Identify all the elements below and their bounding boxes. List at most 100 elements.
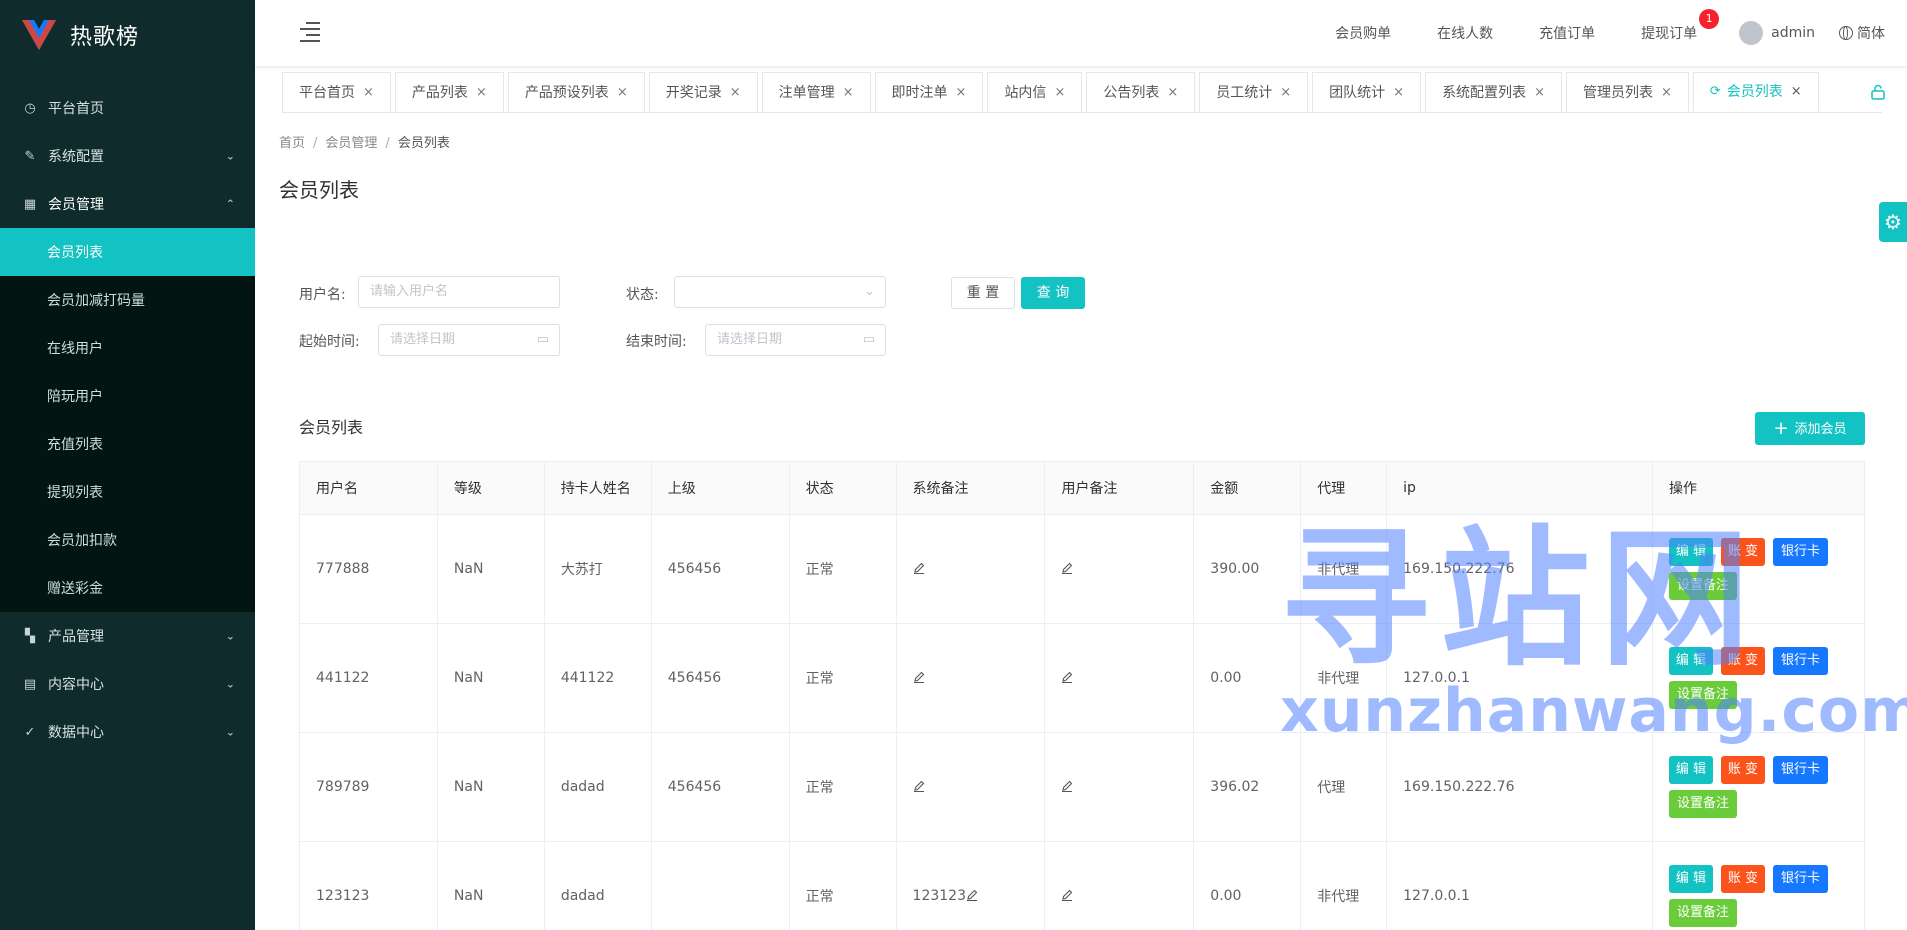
menu-toggle-icon[interactable] bbox=[300, 22, 320, 42]
lock-icon[interactable] bbox=[1871, 84, 1885, 100]
edit-button[interactable]: 编 辑 bbox=[1668, 538, 1713, 566]
avatar[interactable] bbox=[1739, 21, 1764, 45]
close-icon[interactable]: × bbox=[1534, 73, 1545, 113]
tab-product-preset[interactable]: 产品预设列表 × bbox=[507, 72, 645, 113]
close-icon[interactable]: × bbox=[730, 73, 741, 113]
query-button[interactable]: 查 询 bbox=[1021, 277, 1085, 309]
sidebar-item-companion-users[interactable]: 陪玩用户 bbox=[0, 372, 255, 420]
sidebar-item-recharge-list[interactable]: 充值列表 bbox=[0, 420, 255, 468]
close-icon[interactable]: × bbox=[1791, 72, 1802, 112]
account-change-button[interactable]: 账 变 bbox=[1720, 538, 1765, 566]
tab-label: 公告列表 bbox=[1103, 85, 1160, 101]
close-icon[interactable]: × bbox=[1167, 73, 1178, 113]
start-time-label: 起始时间: bbox=[299, 334, 360, 350]
tab-messages[interactable]: 站内信 × bbox=[987, 72, 1083, 113]
sidebar-item-withdraw-list[interactable]: 提现列表 bbox=[0, 468, 255, 516]
tab-bet-management[interactable]: 注单管理 × bbox=[761, 72, 871, 113]
end-date-placeholder: 请选择日期 bbox=[717, 332, 783, 347]
edit-pen-icon[interactable] bbox=[966, 889, 978, 901]
bank-card-button[interactable]: 银行卡 bbox=[1772, 647, 1828, 675]
edit-button[interactable]: 编 辑 bbox=[1668, 756, 1713, 784]
close-icon[interactable]: × bbox=[1393, 73, 1404, 113]
sidebar-item-dashboard[interactable]: ◷ 平台首页 bbox=[0, 84, 255, 132]
close-icon[interactable]: × bbox=[843, 73, 854, 113]
sidebar-item-member-list[interactable]: 会员列表 bbox=[0, 228, 255, 276]
table-header-row: 用户名 等级 持卡人姓名 上级 状态 系统备注 用户备注 金额 代理 ip 操作 bbox=[299, 461, 1866, 515]
link-member-orders[interactable]: 会员购单 bbox=[1335, 23, 1391, 43]
breadcrumb-home[interactable]: 首页 bbox=[279, 136, 305, 151]
bank-card-button[interactable]: 银行卡 bbox=[1772, 865, 1828, 893]
close-icon[interactable]: × bbox=[363, 73, 374, 113]
close-icon[interactable]: × bbox=[1054, 73, 1065, 113]
account-change-button[interactable]: 账 变 bbox=[1720, 647, 1765, 675]
tab-admin-list[interactable]: 管理员列表 × bbox=[1565, 72, 1689, 113]
breadcrumb-member-management[interactable]: 会员管理 bbox=[325, 136, 377, 151]
end-date-input[interactable]: 请选择日期 ▭ bbox=[705, 324, 886, 356]
language-switch[interactable]: 简体 bbox=[1839, 23, 1885, 43]
settings-gear-icon[interactable]: ⚙ bbox=[1879, 202, 1907, 242]
sidebar-item-data-center[interactable]: ✓ 数据中心 ⌄ bbox=[0, 708, 255, 756]
edit-pen-icon[interactable] bbox=[1061, 780, 1073, 792]
sidebar-item-content-center[interactable]: ▤ 内容中心 ⌄ bbox=[0, 660, 255, 708]
tab-system-config-list[interactable]: 系统配置列表 × bbox=[1425, 72, 1562, 113]
tab-platform-home[interactable]: 平台首页 × bbox=[282, 72, 391, 113]
edit-pen-icon[interactable] bbox=[1061, 671, 1073, 683]
edit-pen-icon[interactable] bbox=[1061, 562, 1073, 574]
col-holder: 持卡人姓名 bbox=[544, 461, 652, 515]
close-icon[interactable]: × bbox=[476, 73, 487, 113]
globe-icon bbox=[1839, 26, 1853, 40]
close-icon[interactable]: × bbox=[956, 73, 967, 113]
top-links: 会员购单 在线人数 充值订单 提现订单 1 admin 简体 bbox=[1335, 0, 1907, 66]
refresh-icon[interactable]: ⟳ bbox=[1710, 72, 1721, 112]
cell-parent bbox=[651, 841, 790, 930]
user-name[interactable]: admin bbox=[1771, 25, 1815, 41]
edit-pen-icon[interactable] bbox=[1061, 889, 1073, 901]
tab-member-list[interactable]: ⟳ 会员列表 × bbox=[1692, 72, 1819, 113]
tab-live-bets[interactable]: 即时注单 × bbox=[874, 72, 984, 113]
sidebar: 热歌榜 ◷ 平台首页 ✎ 系统配置 ⌄ ▦ 会员管理 ⌃ 会员列表 会员加减打码… bbox=[0, 0, 255, 930]
sidebar-item-member-management[interactable]: ▦ 会员管理 ⌃ bbox=[0, 180, 255, 228]
reset-button[interactable]: 重 置 bbox=[951, 277, 1015, 309]
tab-product-list[interactable]: 产品列表 × bbox=[394, 72, 504, 113]
cell-sys-note bbox=[896, 732, 1046, 842]
sidebar-item-member-bet-code[interactable]: 会员加减打码量 bbox=[0, 276, 255, 324]
set-note-button[interactable]: 设置备注 bbox=[1668, 899, 1737, 927]
tab-lottery-records[interactable]: 开奖记录 × bbox=[648, 72, 758, 113]
add-member-label: 添加会员 bbox=[1794, 422, 1847, 437]
link-withdraw-orders[interactable]: 提现订单 1 bbox=[1641, 9, 1720, 43]
account-change-button[interactable]: 账 变 bbox=[1720, 756, 1765, 784]
tab-staff-stats[interactable]: 员工统计 × bbox=[1199, 72, 1309, 113]
bank-card-button[interactable]: 银行卡 bbox=[1772, 756, 1828, 784]
cell-username: 441122 bbox=[299, 623, 438, 733]
close-icon[interactable]: × bbox=[617, 73, 628, 113]
set-note-button[interactable]: 设置备注 bbox=[1668, 681, 1737, 709]
bank-card-button[interactable]: 银行卡 bbox=[1772, 538, 1828, 566]
edit-button[interactable]: 编 辑 bbox=[1668, 865, 1713, 893]
close-icon[interactable]: × bbox=[1661, 73, 1672, 113]
username-input[interactable]: 请输入用户名 bbox=[358, 276, 560, 308]
sidebar-item-system-config[interactable]: ✎ 系统配置 ⌄ bbox=[0, 132, 255, 180]
set-note-button[interactable]: 设置备注 bbox=[1668, 572, 1737, 600]
edit-button[interactable]: 编 辑 bbox=[1668, 647, 1713, 675]
add-member-button[interactable]: + 添加会员 bbox=[1755, 412, 1865, 445]
logo[interactable]: 热歌榜 bbox=[0, 0, 255, 70]
link-recharge-orders[interactable]: 充值订单 bbox=[1539, 23, 1595, 43]
sidebar-item-online-users[interactable]: 在线用户 bbox=[0, 324, 255, 372]
edit-pen-icon[interactable] bbox=[913, 780, 925, 792]
edit-pen-icon[interactable] bbox=[913, 562, 925, 574]
tab-team-stats[interactable]: 团队统计 × bbox=[1312, 72, 1422, 113]
sidebar-item-bonus[interactable]: 赠送彩金 bbox=[0, 564, 255, 612]
edit-pen-icon[interactable] bbox=[913, 671, 925, 683]
status-select[interactable]: ⌄ bbox=[674, 276, 886, 308]
sidebar-item-member-deduct[interactable]: 会员加扣款 bbox=[0, 516, 255, 564]
set-note-button[interactable]: 设置备注 bbox=[1668, 790, 1737, 818]
cell-level: NaN bbox=[437, 623, 545, 733]
account-change-button[interactable]: 账 变 bbox=[1720, 865, 1765, 893]
sidebar-item-product-management[interactable]: ▚ 产品管理 ⌄ bbox=[0, 612, 255, 660]
link-online-count[interactable]: 在线人数 bbox=[1437, 23, 1493, 43]
start-date-input[interactable]: 请选择日期 ▭ bbox=[378, 324, 560, 356]
tab-announcements[interactable]: 公告列表 × bbox=[1086, 72, 1196, 113]
col-amount: 金额 bbox=[1193, 461, 1302, 515]
language-label: 简体 bbox=[1857, 26, 1885, 42]
close-icon[interactable]: × bbox=[1280, 73, 1291, 113]
